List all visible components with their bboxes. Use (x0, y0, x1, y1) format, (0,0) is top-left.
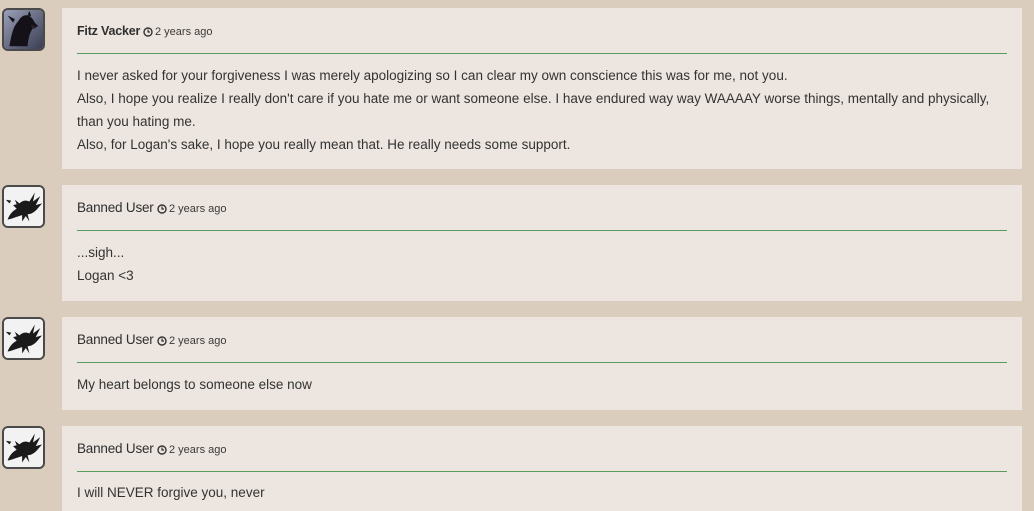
comment-line: I never asked for your forgiveness I was… (77, 68, 788, 83)
timestamp-text: 2 years ago (169, 444, 227, 456)
dragon-silhouette-icon (4, 428, 43, 467)
author-name[interactable]: Fitz Vacker (77, 24, 140, 38)
comment-card: Banned User 2 years ago ...sigh... Logan… (62, 185, 1022, 301)
dark-dragon-icon (4, 10, 43, 49)
author-name[interactable]: Banned User (77, 332, 154, 347)
user-avatar[interactable] (2, 8, 45, 51)
clock-icon (157, 336, 167, 346)
comment-line: My heart belongs to someone else now (77, 377, 312, 392)
comment-line: I will NEVER forgive you, never (77, 485, 265, 500)
comment-header: Banned User 2 years ago (77, 426, 1007, 472)
clock-icon (143, 27, 153, 37)
timestamp-text: 2 years ago (169, 203, 227, 215)
comment-line: Also, for Logan's sake, I hope you reall… (77, 137, 571, 152)
comment-line: ...sigh... (77, 245, 125, 260)
timestamp: 2 years ago (143, 26, 212, 38)
comment-body: I will NEVER forgive you, never (77, 481, 992, 504)
comment-body: I never asked for your forgiveness I was… (77, 64, 992, 156)
timestamp: 2 years ago (157, 335, 226, 347)
dragon-silhouette-icon (4, 319, 43, 358)
clock-icon (157, 445, 167, 455)
timestamp-text: 2 years ago (155, 26, 213, 38)
timestamp-text: 2 years ago (169, 335, 227, 347)
author-name[interactable]: Banned User (77, 441, 154, 456)
comment-body: ...sigh... Logan <3 (77, 241, 992, 287)
comment-line: Logan <3 (77, 268, 134, 283)
user-avatar[interactable] (2, 185, 45, 228)
timestamp: 2 years ago (157, 203, 226, 215)
clock-icon (157, 204, 167, 214)
author-name[interactable]: Banned User (77, 200, 154, 215)
comment-header: Banned User 2 years ago (77, 185, 1007, 231)
comment-body: My heart belongs to someone else now (77, 373, 992, 396)
comment-card: Banned User 2 years ago My heart belongs… (62, 317, 1022, 410)
comment-header: Banned User 2 years ago (77, 317, 1007, 363)
user-avatar[interactable] (2, 426, 45, 469)
comment-card: Fitz Vacker 2 years ago I never asked fo… (62, 8, 1022, 169)
dragon-silhouette-icon (4, 187, 43, 226)
comment-header: Fitz Vacker 2 years ago (77, 8, 1007, 54)
timestamp: 2 years ago (157, 444, 226, 456)
comment-line: Also, I hope you realize I really don't … (77, 91, 990, 129)
user-avatar[interactable] (2, 317, 45, 360)
comment-card: Banned User 2 years ago I will NEVER for… (62, 426, 1022, 511)
